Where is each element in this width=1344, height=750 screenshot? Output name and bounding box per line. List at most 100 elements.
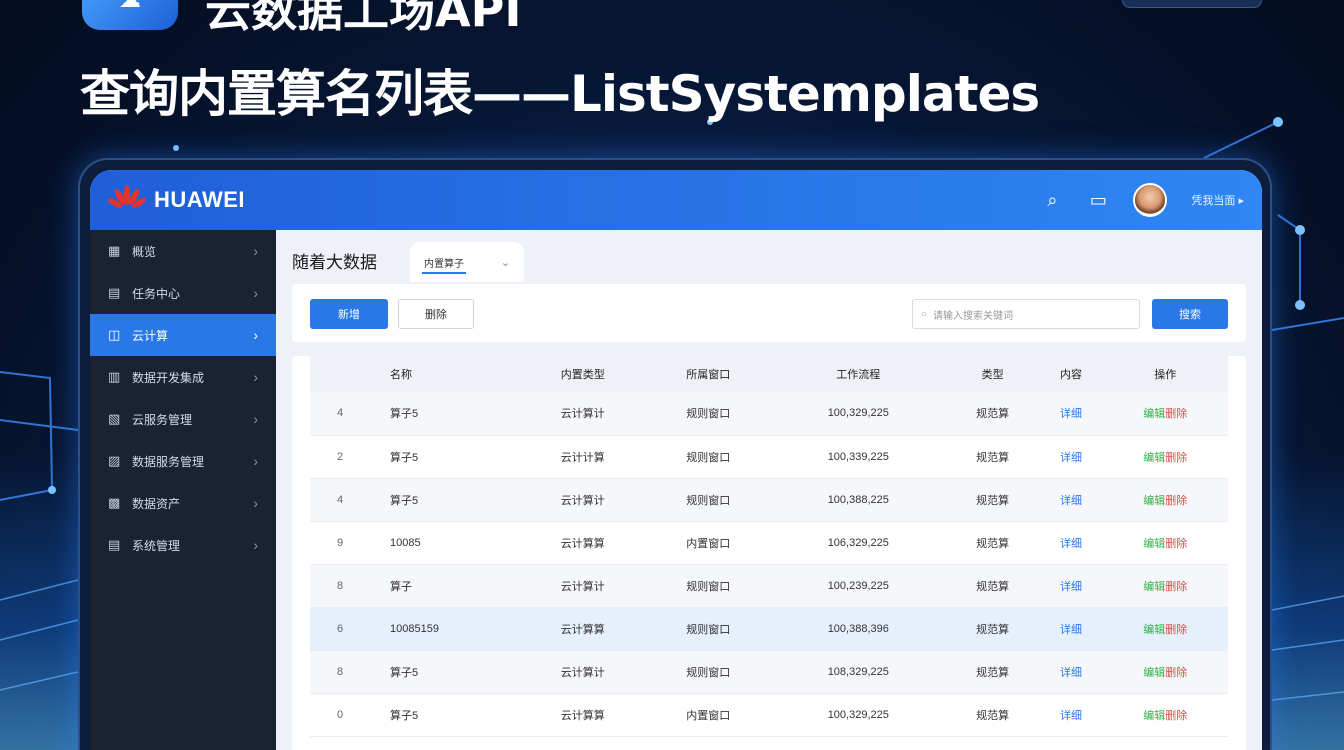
search-button[interactable]: 搜索 [1152, 299, 1228, 329]
chevron-right-icon: › [253, 495, 258, 511]
sidebar-item-label: 任务中心 [132, 286, 181, 301]
column-header[interactable]: 名称 [370, 356, 520, 392]
sidebar-item-label: 云服务管理 [132, 412, 193, 427]
row-window: 规则窗口 [686, 580, 731, 593]
row-window: 规则窗口 [686, 623, 731, 636]
row-actions: 编辑删除 [1102, 392, 1228, 435]
chevron-right-icon: › [253, 411, 258, 427]
column-header[interactable]: 内容 [1040, 356, 1103, 392]
data-table: 名称 内置类型 所属窗口 工作流程 类型 内容 操作 4 算子5 云计算计 规则窗口 100,329… [292, 356, 1246, 750]
table-row[interactable]: 8 算子 云计算计 规则窗口 100,239,225 规范算 详细 编辑删除 [310, 564, 1228, 607]
edit-link[interactable]: 编辑 [1143, 495, 1165, 507]
table-row[interactable]: 4 算子5 云计算计 规则窗口 100,388,225 规范算 详细 编辑删除 [310, 478, 1228, 521]
table-row[interactable]: 4 算子5 云计算计 规则窗口 100,329,225 规范算 详细 编辑删除 [310, 392, 1228, 435]
search-input[interactable]: ○ 请输入搜索关键词 [912, 299, 1140, 329]
edit-link[interactable]: 编辑 [1143, 581, 1165, 593]
sidebar-item-label: 概览 [132, 244, 157, 259]
row-actions: 编辑删除 [1102, 521, 1228, 564]
row-name: 算子 [390, 580, 412, 593]
delete-link[interactable]: 删除 [1165, 581, 1187, 593]
row-content-link[interactable]: 详细 [1040, 693, 1103, 736]
column-header[interactable] [310, 356, 370, 392]
edit-link[interactable]: 编辑 [1143, 624, 1165, 636]
row-kind: 规范算 [976, 451, 1010, 464]
row-content-link[interactable]: 详细 [1040, 564, 1103, 607]
delete-link[interactable]: 删除 [1165, 624, 1187, 636]
corner-button[interactable] [1122, 0, 1262, 8]
add-button[interactable]: 新增 [310, 299, 388, 329]
column-header[interactable]: 工作流程 [771, 356, 946, 392]
avatar[interactable] [1133, 183, 1168, 217]
row-content-link[interactable]: 详细 [1040, 392, 1103, 435]
column-header[interactable]: 操作 [1102, 356, 1228, 392]
row-flow: 100,339,225 [827, 450, 889, 463]
cloud-logo-icon: ☁ [82, 0, 178, 30]
row-name: 算子5 [390, 494, 419, 507]
table-row[interactable]: 8 算子5 云计算计 规则窗口 108,329,225 规范算 详细 编辑删除 [310, 650, 1228, 693]
delete-link[interactable]: 删除 [1165, 710, 1187, 722]
delete-link[interactable]: 删除 [1165, 538, 1187, 550]
sidebar-item[interactable]: ▥ 数据开发集成 › [90, 356, 276, 398]
row-flow: 100,329,225 [827, 407, 889, 420]
sidebar-item[interactable]: ▨ 数据服务管理 › [90, 440, 276, 482]
delete-link[interactable]: 删除 [1165, 667, 1187, 679]
sidebar-item[interactable]: ▤ 系统管理 › [90, 524, 276, 566]
row-flow: 108,329,225 [827, 665, 889, 678]
table-row[interactable]: 0 算子5 云计算算 内置窗口 100,329,225 规范算 详细 编辑删除 [310, 693, 1228, 736]
delete-link[interactable]: 删除 [1165, 452, 1187, 464]
search-icon: ○ [921, 308, 928, 320]
user-name[interactable]: 凭我当面 ▸ [1191, 192, 1244, 208]
chevron-right-icon: › [253, 243, 258, 259]
column-header[interactable]: 内置类型 [520, 356, 646, 392]
message-icon[interactable]: ▭ [1087, 189, 1109, 211]
row-name: 算子5 [390, 666, 419, 679]
sidebar-item[interactable]: ◫ 云计算 › [90, 314, 276, 356]
row-type: 云计算算 [560, 709, 605, 722]
app-window: HUAWEI ⌕ ▭ 凭我当面 ▸ ▦ 概览 › ▤ 任务中心 › ◫ 云计算 › ▥ 数据开发集成… [90, 170, 1262, 750]
row-content-link[interactable]: 详细 [1040, 435, 1103, 478]
row-index: 2 [336, 450, 344, 463]
chevron-right-icon: › [253, 285, 258, 301]
row-type: 云计算计 [560, 408, 605, 421]
row-kind: 规范算 [976, 408, 1010, 421]
row-content-link[interactable]: 详细 [1040, 650, 1103, 693]
sidebar-item[interactable]: ▤ 任务中心 › [90, 272, 276, 314]
delete-link[interactable]: 删除 [1165, 495, 1187, 507]
tab-select[interactable]: 内置算子 ⌄ [410, 242, 524, 282]
row-name: 算子5 [390, 709, 419, 722]
brand[interactable]: HUAWEI [108, 185, 245, 215]
chevron-right-icon: › [253, 537, 258, 553]
table-row[interactable]: 6 10085159 云计算算 规则窗口 100,388,396 规范算 详细 编辑删除 [310, 607, 1228, 650]
row-index: 0 [336, 708, 344, 721]
delete-link[interactable]: 删除 [1165, 408, 1187, 420]
row-content-link[interactable]: 详细 [1040, 478, 1103, 521]
row-content-link[interactable]: 详细 [1040, 521, 1103, 564]
row-kind: 规范算 [976, 623, 1010, 636]
report-icon: ▨ [108, 453, 121, 468]
page-title: 随着大数据 [292, 253, 377, 272]
column-header[interactable]: 所属窗口 [646, 356, 772, 392]
main-content: 随着大数据 内置算子 ⌄ 新增 删除 ○ 请输入搜索关键词 搜索 名称 内置类型所… [276, 230, 1262, 750]
edit-link[interactable]: 编辑 [1143, 452, 1165, 464]
headline-line2: 查询内置算名列表——ListSystemplates [80, 65, 1040, 123]
table-row[interactable]: 9 10085 云计算算 内置窗口 106,329,225 规范算 详细 编辑删除 [310, 521, 1228, 564]
edit-link[interactable]: 编辑 [1143, 667, 1165, 679]
column-header[interactable]: 类型 [946, 356, 1040, 392]
edit-link[interactable]: 编辑 [1143, 408, 1165, 420]
row-content-link[interactable]: 详细 [1040, 607, 1103, 650]
sidebar-item[interactable]: ▩ 数据资产 › [90, 482, 276, 524]
delete-button[interactable]: 删除 [398, 299, 474, 329]
row-window: 内置窗口 [686, 709, 731, 722]
row-index: 6 [336, 622, 344, 635]
search-icon[interactable]: ⌕ [1041, 189, 1063, 211]
sidebar-item[interactable]: ▦ 概览 › [90, 230, 276, 272]
edit-link[interactable]: 编辑 [1143, 710, 1165, 722]
sidebar-item-label: 数据资产 [132, 496, 181, 511]
table-row[interactable]: 2 算子5 云计计算 规则窗口 100,339,225 规范算 详细 编辑删除 [310, 435, 1228, 478]
chart-icon: ▩ [108, 495, 121, 510]
toolbar: 新增 删除 ○ 请输入搜索关键词 搜索 [292, 284, 1246, 342]
sidebar-item[interactable]: ▧ 云服务管理 › [90, 398, 276, 440]
row-flow: 100,388,396 [827, 622, 889, 635]
row-actions: 编辑删除 [1102, 435, 1228, 478]
edit-link[interactable]: 编辑 [1143, 538, 1165, 550]
